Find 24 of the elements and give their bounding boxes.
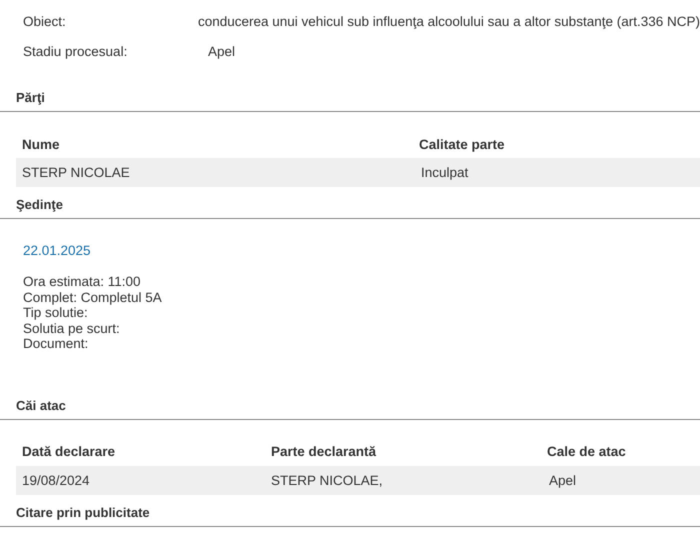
field-label: Stadiu procesual: [22, 44, 128, 58]
section-heading: Citare prin publicitate [0, 504, 700, 526]
hearing-detail: Solutia pe scurt: [23, 320, 120, 336]
hearing-detail: Tip solutie: [23, 305, 88, 320]
hearing-detail: Complet: Completul 5A [23, 290, 162, 305]
column-header: Cale de atac [547, 444, 627, 459]
field-value: conducerea unui vehicul sub influenţa alcoolului sau a altor substanţe (art.336 NCP) [198, 14, 700, 28]
hearing-date-link[interactable]: 22.01.2025 [23, 243, 700, 258]
field-value: Apel [208, 44, 236, 58]
column-header: Dată declarare [21, 444, 116, 459]
hearing-detail: Ora estimata: 11:00 [23, 274, 141, 290]
column-header: Parte declarantă [271, 444, 378, 459]
hearing-detail: Document: [23, 336, 88, 352]
table-cell-text: Inculpat [420, 165, 470, 180]
field-label: Obiect: [22, 14, 67, 28]
column-header: Calitate parte [419, 136, 506, 152]
table-cell-text: 19/08/2024 [21, 472, 91, 488]
section-heading: Părţi [0, 90, 700, 112]
section-heading: Căi atac [0, 398, 700, 420]
section-heading: Şedinţe [0, 197, 700, 219]
table-cell-text: Apel [548, 472, 578, 488]
table-cell-text: STERP NICOLAE [21, 165, 131, 180]
column-header: Nume [21, 136, 61, 152]
table-cell-text: STERP NICOLAE, [271, 472, 384, 488]
